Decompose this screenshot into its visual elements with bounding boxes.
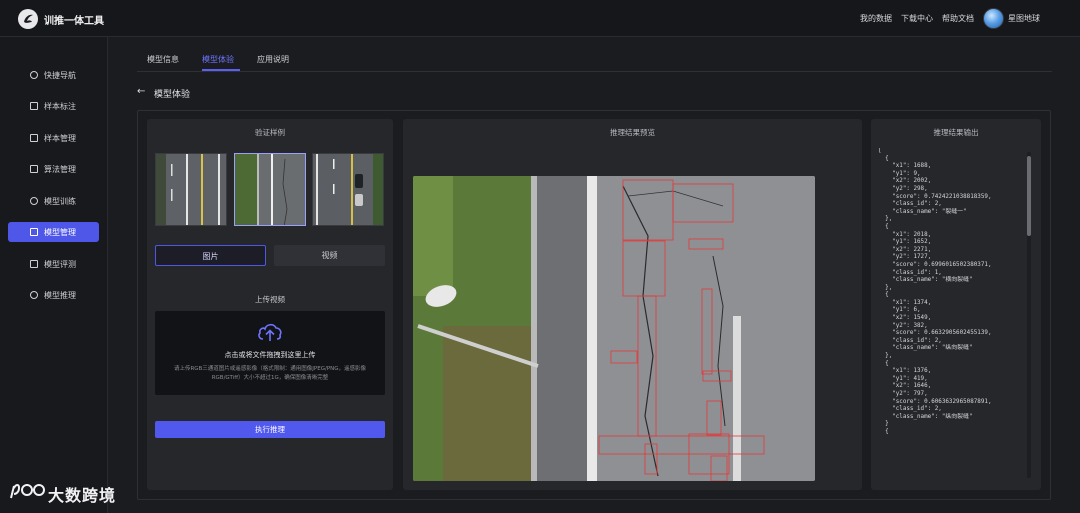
card-title: 推理结果输出 — [933, 128, 979, 137]
card-title: 推理结果预览 — [610, 128, 655, 137]
sidebar-item-sample-management[interactable]: 样本管理 — [8, 128, 99, 148]
tab-model-info[interactable]: 模型信息 — [147, 54, 179, 65]
sidebar-item-label: 模型训练 — [44, 197, 76, 206]
video-type-button[interactable]: 视频 — [274, 245, 385, 266]
train-icon — [30, 197, 38, 205]
username[interactable]: 星图地球 — [1008, 13, 1040, 24]
sidebar-item-label: 快捷导航 — [44, 71, 76, 80]
tag-icon — [30, 102, 38, 110]
avatar[interactable] — [983, 8, 1004, 29]
image-type-button[interactable]: 图片 — [155, 245, 266, 266]
sidebar-item-model-evaluation[interactable]: 模型评测 — [8, 254, 99, 274]
sample-thumbnail-2[interactable] — [234, 153, 306, 226]
upload-dropzone[interactable]: 点击或将文件拖拽到这里上传 请上传RGB三通道图片或遥感影像（格式限制：通用图像… — [155, 311, 385, 395]
sample-thumbnail-1[interactable] — [155, 153, 227, 226]
sidebar-item-label: 模型推理 — [44, 291, 76, 300]
tab-bar: 模型信息 模型体验 应用说明 — [137, 48, 1052, 72]
app-title: 训推一体工具 — [44, 16, 104, 27]
tab-model-experience[interactable]: 模型体验 — [202, 54, 234, 65]
compass-icon — [30, 71, 38, 79]
cube-icon — [30, 228, 38, 236]
active-tab-indicator — [202, 69, 240, 71]
code-icon — [30, 165, 38, 173]
sidebar-item-label: 样本管理 — [44, 134, 76, 143]
sidebar-item-sample-annotation[interactable]: 样本标注 — [8, 96, 99, 116]
brain-icon — [30, 291, 38, 299]
chart-icon — [30, 260, 38, 268]
inference-json-output[interactable]: [ { "x1": 1688, "y1": 9, "x2": 2002, "y2… — [878, 148, 1026, 476]
sidebar-item-quick-nav[interactable]: 快捷导航 — [8, 65, 99, 85]
upload-hint: 请上传RGB三通道图片或遥感影像（格式限制：通用图像JPEG/PNG，遥感影像R… — [173, 366, 367, 381]
sidebar-item-algorithm-management[interactable]: 算法管理 — [8, 159, 99, 179]
json-text: [ { "x1": 1688, "y1": 9, "x2": 2002, "y2… — [878, 148, 992, 435]
sidebar-item-label: 模型管理 — [44, 228, 76, 237]
inference-result-image[interactable] — [413, 176, 815, 481]
page-title: 模型体验 — [154, 90, 191, 100]
nav-my-data[interactable]: 我的数据 — [860, 13, 892, 24]
sidebar: 快捷导航 样本标注 样本管理 算法管理 模型训练 模型管理 模型评测 模型推理 — [0, 37, 108, 513]
sample-thumbnail-3[interactable] — [312, 153, 384, 226]
app-logo-icon[interactable] — [18, 9, 38, 29]
sidebar-item-label: 模型评测 — [44, 260, 76, 269]
upload-label: 上传视频 — [255, 295, 285, 304]
scrollbar-thumb[interactable] — [1027, 156, 1031, 236]
upload-instruction: 点击或将文件拖拽到这里上传 — [224, 351, 316, 359]
output-scrollbar[interactable] — [1027, 152, 1031, 478]
run-inference-button[interactable]: 执行推理 — [155, 421, 385, 438]
nav-download-center[interactable]: 下载中心 — [901, 13, 933, 24]
sidebar-item-label: 样本标注 — [44, 102, 76, 111]
sidebar-item-model-inference[interactable]: 模型推理 — [8, 285, 99, 305]
top-bar: 训推一体工具 我的数据 下载中心 帮助文档 星图地球 — [0, 0, 1080, 37]
watermark-logo-icon — [10, 484, 45, 499]
card-title: 验证样例 — [255, 128, 285, 137]
folder-icon — [30, 134, 38, 142]
nav-help-docs[interactable]: 帮助文档 — [942, 13, 974, 24]
back-arrow-icon[interactable]: ← — [137, 86, 145, 97]
sidebar-item-model-training[interactable]: 模型训练 — [8, 191, 99, 211]
cloud-upload-icon — [258, 323, 282, 341]
tab-application-notes[interactable]: 应用说明 — [257, 54, 289, 65]
sidebar-item-model-management[interactable]: 模型管理 — [8, 222, 99, 242]
watermark-text: 大数跨境 — [48, 486, 117, 505]
sidebar-item-label: 算法管理 — [44, 165, 76, 174]
